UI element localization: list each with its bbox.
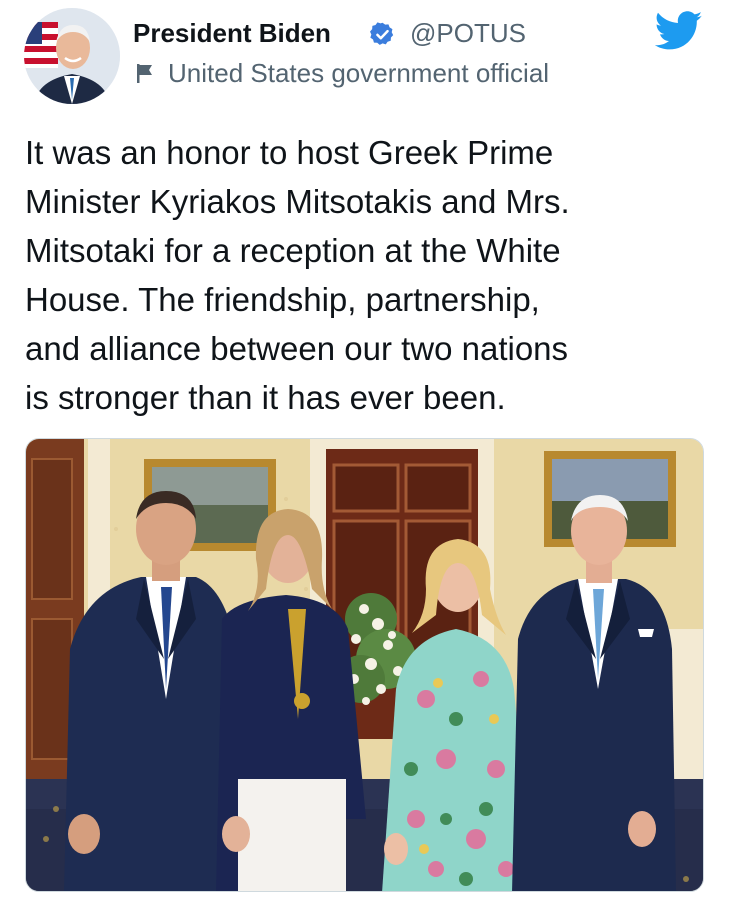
tweet-text: It was an honor to host Greek Prime Mini…	[25, 128, 705, 422]
flag-icon	[137, 64, 152, 83]
tweet-text-line: It was an honor to host Greek Prime	[25, 134, 554, 171]
photo-illustration	[26, 439, 703, 891]
tweet-text-line: is stronger than it has ever been.	[25, 379, 506, 416]
tweet-text-line: House. The friendship, partnership,	[25, 281, 540, 318]
twitter-bird-icon	[655, 11, 703, 50]
tweet-text-line: Mitsotaki for a reception at the White	[25, 232, 561, 269]
tweet-text-line: and alliance between our two nations	[25, 330, 569, 367]
tweet-photo[interactable]	[25, 438, 704, 892]
avatar[interactable]	[24, 8, 120, 104]
author-name[interactable]: President Biden	[133, 17, 331, 49]
verified-badge-icon	[370, 22, 394, 45]
author-handle[interactable]: @POTUS	[410, 17, 526, 49]
tweet-header: President Biden @POTUS United States gov…	[0, 0, 729, 110]
government-label: United States government official	[168, 58, 550, 88]
tweet-text-line: Minister Kyriakos Mitsotakis and Mrs.	[25, 183, 570, 220]
